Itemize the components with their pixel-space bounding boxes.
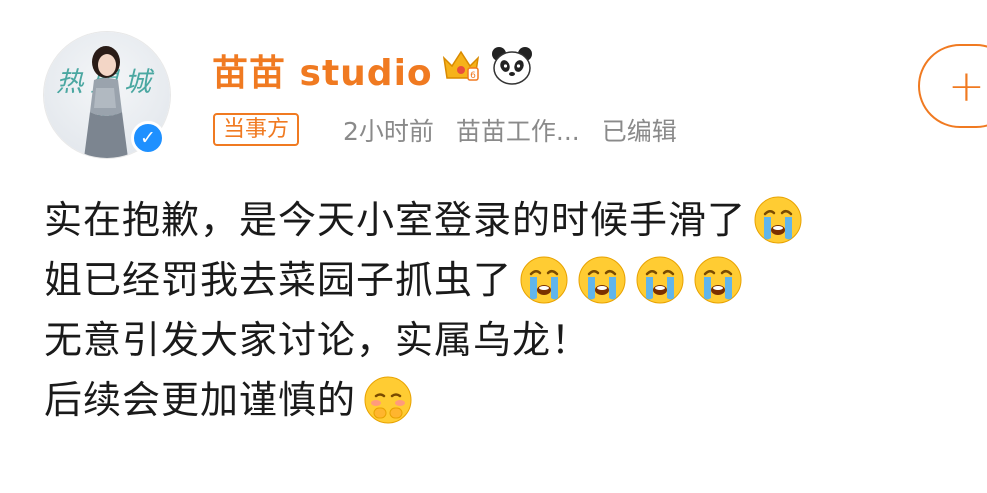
post-time: 2小时前: [343, 117, 434, 146]
post-body: 实在抱歉，是今天小室登录的时候手滑了 姐已经罚我去菜园子抓虫了 无意引发大家讨论…: [44, 190, 804, 430]
crying-face-icon: [692, 254, 744, 306]
weibo-post: 热望城风 ✓ 苗苗 studio 6 + 当事方 2小时前 苗苗工作... 已编…: [0, 0, 987, 493]
username[interactable]: 苗苗 studio: [212, 44, 433, 96]
post-source[interactable]: 苗苗工作...: [456, 112, 580, 148]
post-line-text: 后续会更加谨慎的: [44, 378, 357, 422]
svg-text:6: 6: [470, 71, 476, 81]
status-badge: 当事方: [213, 113, 300, 146]
post-line: 姐已经罚我去菜园子抓虫了: [44, 250, 804, 310]
post-line-text: 实在抱歉，是今天小室登录的时候手滑了: [44, 198, 747, 242]
follow-button[interactable]: +: [918, 44, 987, 128]
bashful-face-icon: [362, 374, 414, 426]
verified-icon: ✓: [131, 121, 165, 155]
crown-icon[interactable]: 6: [440, 44, 482, 86]
panda-icon[interactable]: [490, 44, 534, 86]
crying-face-icon: [634, 254, 686, 306]
post-line-text: 无意引发大家讨论，实属乌龙！: [44, 318, 591, 362]
edited-label[interactable]: 已编辑: [602, 112, 677, 148]
crying-face-icon: [752, 194, 804, 246]
crying-face-icon: [576, 254, 628, 306]
post-line: 后续会更加谨慎的: [44, 370, 804, 430]
post-meta: 2小时前 苗苗工作... 已编辑: [343, 112, 677, 148]
post-line: 无意引发大家讨论，实属乌龙！: [44, 310, 804, 370]
post-line-text: 姐已经罚我去菜园子抓虫了: [44, 258, 513, 302]
post-line: 实在抱歉，是今天小室登录的时候手滑了: [44, 190, 804, 250]
crying-face-icon: [518, 254, 570, 306]
